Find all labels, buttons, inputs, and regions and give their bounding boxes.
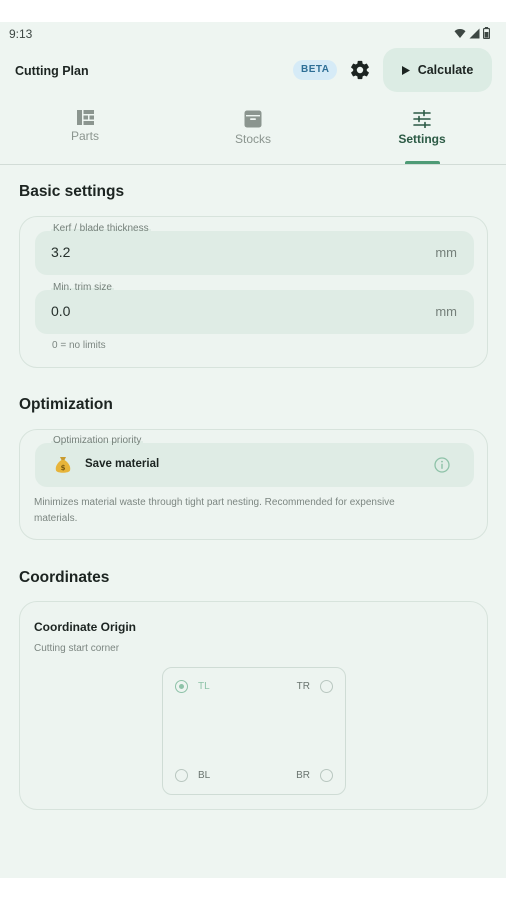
tab-stocks[interactable]: Stocks <box>169 106 337 164</box>
kerf-unit: mm <box>435 245 457 260</box>
battery-icon <box>483 27 490 39</box>
active-tab-indicator <box>405 161 440 164</box>
tab-parts[interactable]: Parts <box>1 106 169 164</box>
corner-bl-label: BL <box>198 770 211 781</box>
calculate-label: Calculate <box>417 63 474 77</box>
min-trim-field[interactable]: Min. trim size 0.0 mm <box>35 282 474 334</box>
kerf-label: Kerf / blade thickness <box>51 223 151 234</box>
optimization-title: Optimization <box>19 396 113 413</box>
tab-settings[interactable]: Settings <box>338 106 506 164</box>
tab-parts-label: Parts <box>70 129 99 143</box>
tab-bar: Parts Stocks Settings <box>0 106 506 165</box>
corner-bl-option[interactable]: BL <box>175 769 210 782</box>
corner-tl-option[interactable]: TL <box>175 680 210 693</box>
basic-settings-title: Basic settings <box>19 183 125 200</box>
corner-tr-radio[interactable] <box>320 680 333 693</box>
optimization-priority-value: Save material <box>85 458 160 470</box>
corner-tl-radio[interactable] <box>175 680 188 693</box>
basic-settings-card: Kerf / blade thickness 3.2 mm Min. trim … <box>19 216 488 368</box>
min-trim-unit: mm <box>435 304 457 319</box>
min-trim-value: 0.0 <box>51 303 71 319</box>
svg-text:$: $ <box>61 464 66 472</box>
play-icon <box>401 65 410 75</box>
corner-br-option[interactable]: BR <box>296 769 333 782</box>
optimization-description-1: Minimizes material waste through tight p… <box>34 497 395 508</box>
calculate-button[interactable]: Calculate <box>383 48 492 92</box>
optimization-card: Optimization priority $ Save material Mi… <box>19 429 488 540</box>
coordinate-origin-subtitle: Cutting start corner <box>34 643 120 654</box>
optimization-priority-select[interactable]: Optimization priority $ Save material <box>35 435 474 487</box>
corner-br-radio[interactable] <box>320 769 333 782</box>
corner-br-label: BR <box>296 770 310 781</box>
corner-tl-label: TL <box>198 681 210 692</box>
sliders-icon <box>413 110 431 128</box>
tab-stocks-label: Stocks <box>234 132 271 146</box>
coordinate-origin-title: Coordinate Origin <box>34 620 136 634</box>
status-bar: 9:13 <box>0 22 506 46</box>
kerf-value: 3.2 <box>51 244 71 260</box>
min-trim-helper: 0 = no limits <box>52 340 106 351</box>
kerf-field[interactable]: Kerf / blade thickness 3.2 mm <box>35 223 474 275</box>
status-time: 9:13 <box>9 27 33 41</box>
tab-settings-label: Settings <box>398 132 446 146</box>
optimization-description-2: materials. <box>34 513 78 524</box>
corner-tr-option[interactable]: TR <box>297 680 333 693</box>
min-trim-label: Min. trim size <box>51 282 114 293</box>
archive-box-icon <box>244 110 262 128</box>
optimization-priority-label: Optimization priority <box>51 435 144 446</box>
money-bag-icon: $ <box>55 457 71 473</box>
wifi-icon <box>454 28 466 38</box>
app-title: Cutting Plan <box>15 64 89 78</box>
app-bar: Cutting Plan BETA Calculate <box>0 48 506 94</box>
beta-badge: BETA <box>293 60 338 80</box>
corner-bl-radio[interactable] <box>175 769 188 782</box>
app-screen: 9:13 Cutting Plan BETA Calculate Parts S… <box>0 22 506 878</box>
corner-selector: TL TR BL BR <box>162 667 346 795</box>
corner-tr-label: TR <box>296 681 310 692</box>
coordinates-card: Coordinate Origin Cutting start corner T… <box>19 601 488 810</box>
parts-grid-icon <box>76 110 94 125</box>
signal-icon <box>469 28 480 38</box>
info-icon[interactable] <box>434 457 450 473</box>
status-icons <box>454 27 490 39</box>
coordinates-title: Coordinates <box>19 569 110 586</box>
gear-icon[interactable] <box>349 59 371 81</box>
